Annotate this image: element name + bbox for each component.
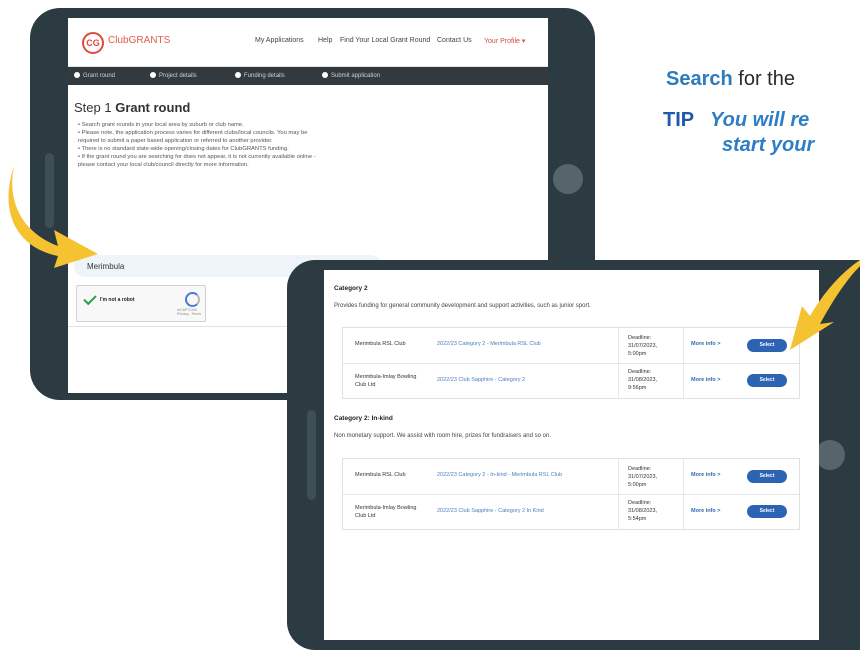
category-title: Category 2: In-kind bbox=[334, 415, 393, 422]
grant-round-link[interactable]: 2022/23 Category 2 - In-kind - Merimbula… bbox=[437, 472, 562, 478]
site-header: CG ClubGRANTS My Applications Help Find … bbox=[68, 18, 548, 67]
info-bullet: • There is no standard state-wide openin… bbox=[78, 146, 289, 152]
pointer-arrow-left bbox=[8, 166, 99, 268]
info-bullet: • If the grant round you are searching f… bbox=[78, 154, 316, 160]
club-name: Merimbula RSL Club bbox=[355, 472, 406, 478]
tablet-camera bbox=[815, 440, 845, 470]
nav-my-applications[interactable]: My Applications bbox=[255, 37, 304, 44]
page-title: Step 1 Grant round bbox=[74, 100, 191, 115]
select-button[interactable]: Select bbox=[747, 470, 787, 483]
right-tablet: Category 2 Provides funding for general … bbox=[287, 260, 860, 650]
grant-round-link[interactable]: 2022/23 Club Sapphire - Category 2 bbox=[437, 377, 525, 383]
step-3-icon bbox=[235, 72, 241, 78]
table-row: Merimbula-Imlay Bowling Club Ltd 2022/23… bbox=[343, 494, 799, 529]
more-info-link[interactable]: More info > bbox=[691, 377, 721, 383]
category-description: Non monetary support. We assist with roo… bbox=[334, 433, 551, 439]
clubgrants-logo-text[interactable]: ClubGRANTS bbox=[108, 35, 170, 46]
nav-your-profile[interactable]: Your Profile ▾ bbox=[484, 37, 525, 45]
deadline: Deadline: 31/07/2023, 5:00pm bbox=[628, 335, 658, 357]
grant-round-table: Merimbula RSL Club 2022/23 Category 2 - … bbox=[342, 327, 800, 399]
club-name: Merimbula-Imlay Bowling Club Ltd bbox=[355, 505, 417, 519]
grant-round-link[interactable]: 2022/23 Category 2 - Merimbula RSL Club bbox=[437, 341, 541, 347]
right-screen: Category 2 Provides funding for general … bbox=[324, 270, 819, 640]
step-1-icon bbox=[74, 72, 80, 78]
progress-steps-bar: Grant round Project details Funding deta… bbox=[68, 67, 548, 85]
recaptcha-widget[interactable]: I'm not a robot reCAPTCHA Privacy - Terms bbox=[76, 285, 206, 322]
info-bullet: • Please note, the application process v… bbox=[78, 130, 308, 136]
category-description: Provides funding for general community d… bbox=[334, 303, 591, 309]
select-button[interactable]: Select bbox=[747, 374, 787, 387]
deadline: Deadline: 31/08/2023, 5:54pm bbox=[628, 500, 658, 522]
more-info-link[interactable]: More info > bbox=[691, 341, 721, 347]
select-button[interactable]: Select bbox=[747, 339, 787, 352]
tip-text-line-1: You will re bbox=[710, 109, 810, 131]
step-grant-round: Grant round bbox=[74, 72, 115, 79]
tip-label: TIP bbox=[663, 109, 695, 131]
info-bullet: • Search grant rounds in your local area… bbox=[78, 122, 244, 128]
nav-help[interactable]: Help bbox=[318, 37, 332, 44]
step-submit-application: Submit application bbox=[322, 72, 380, 79]
info-bullet: required to submit a paper based applica… bbox=[78, 138, 273, 144]
deadline: Deadline: 31/07/2023, 5:00pm bbox=[628, 466, 658, 488]
tip-text-line-2: start your bbox=[722, 134, 815, 156]
nav-contact-us[interactable]: Contact Us bbox=[437, 37, 472, 44]
clubgrants-logo-icon[interactable]: CG bbox=[82, 32, 104, 54]
deadline: Deadline: 31/08/2023, 9:56pm bbox=[628, 369, 658, 391]
tablet-camera bbox=[553, 164, 583, 194]
table-row: Merimbula RSL Club 2022/23 Category 2 - … bbox=[343, 459, 799, 495]
grant-round-link[interactable]: 2022/23 Club Sapphire - Category 2 In Ki… bbox=[437, 508, 544, 514]
step-4-icon bbox=[322, 72, 328, 78]
tablet-side-button bbox=[307, 410, 316, 500]
captcha-label: I'm not a robot bbox=[100, 297, 135, 303]
step-2-icon bbox=[150, 72, 156, 78]
step-funding-details: Funding details bbox=[235, 72, 285, 79]
pointer-arrow-right bbox=[790, 260, 860, 350]
club-name: Merimbula RSL Club bbox=[355, 341, 406, 347]
category-title: Category 2 bbox=[334, 285, 368, 292]
club-name: Merimbula-Imlay Bowling Club Ltd bbox=[355, 374, 417, 388]
table-row: Merimbula-Imlay Bowling Club Ltd 2022/23… bbox=[343, 363, 799, 398]
recaptcha-brand: reCAPTCHA Privacy - Terms bbox=[177, 308, 202, 316]
step-project-details: Project details bbox=[150, 72, 197, 79]
recaptcha-logo-icon bbox=[185, 292, 200, 307]
grant-round-table: Merimbula RSL Club 2022/23 Category 2 - … bbox=[342, 458, 800, 530]
more-info-link[interactable]: More info > bbox=[691, 508, 721, 514]
table-row: Merimbula RSL Club 2022/23 Category 2 - … bbox=[343, 328, 799, 364]
nav-find-grant-round[interactable]: Find Your Local Grant Round bbox=[340, 37, 430, 44]
instruction-heading: Search for the bbox=[666, 68, 795, 90]
more-info-link[interactable]: More info > bbox=[691, 472, 721, 478]
select-button[interactable]: Select bbox=[747, 505, 787, 518]
checkmark-icon[interactable] bbox=[83, 291, 97, 306]
